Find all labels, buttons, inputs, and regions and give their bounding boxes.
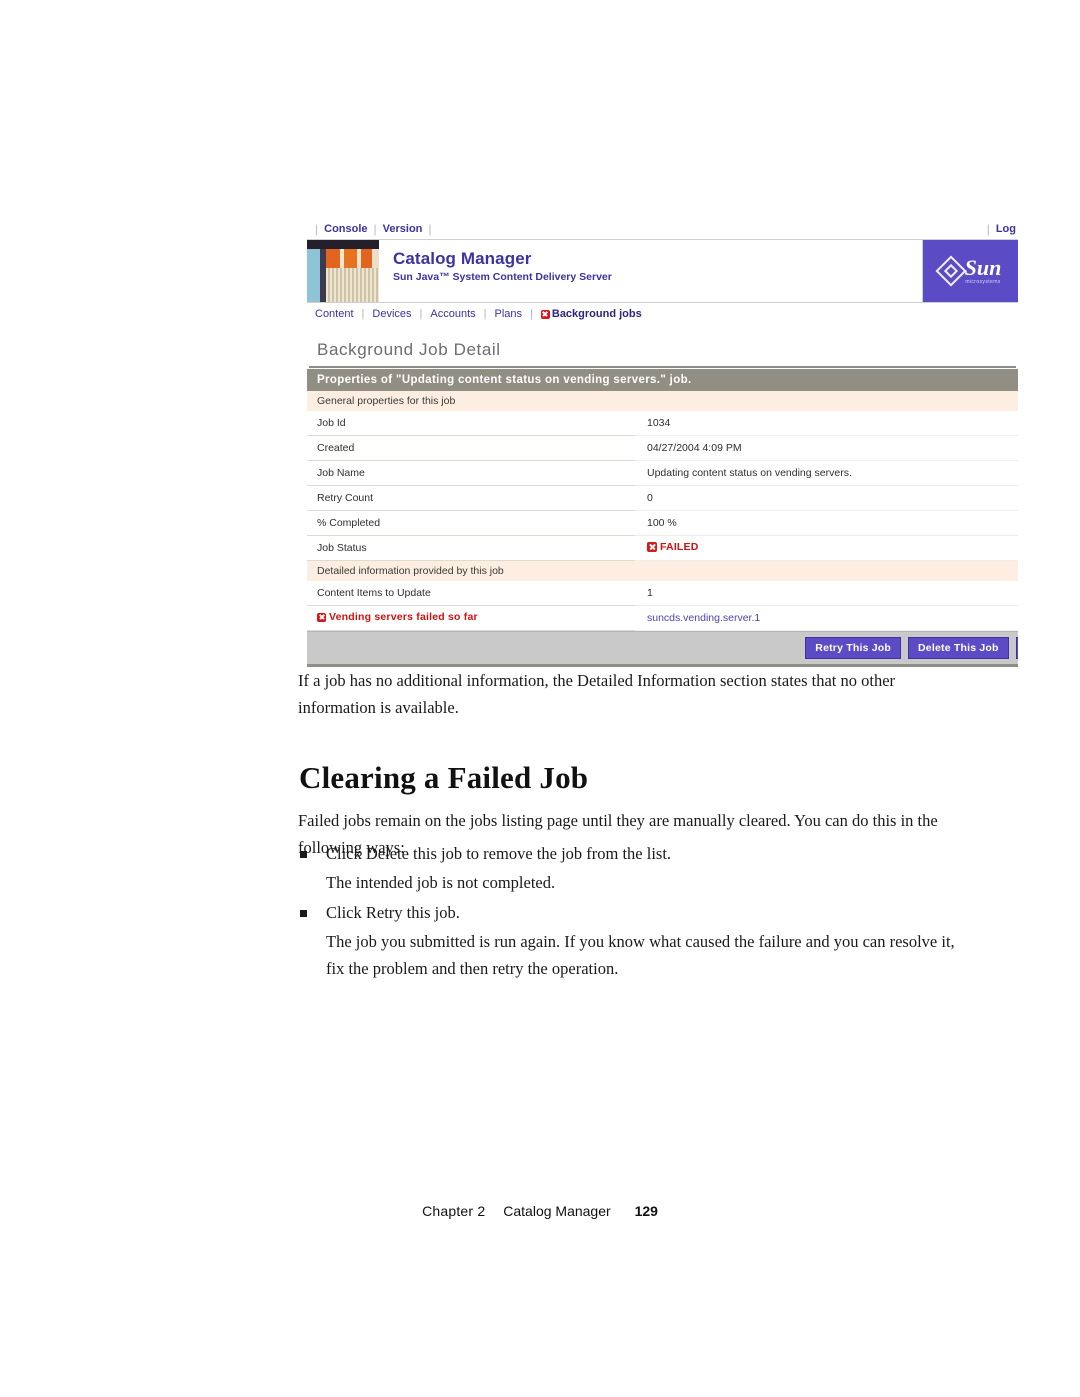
brand-titles: Catalog Manager Sun Java™ System Content…: [379, 240, 923, 302]
app-subtitle: Sun Java™ System Content Delivery Server: [393, 271, 612, 283]
error-icon: [647, 542, 657, 552]
utility-link-log[interactable]: Log: [996, 223, 1016, 235]
delete-this-job-button[interactable]: Delete This Job: [908, 637, 1009, 659]
product-photo-logo: [307, 240, 379, 302]
row-label: Created: [307, 435, 635, 461]
nav-item-accounts[interactable]: Accounts: [430, 308, 475, 320]
row-value: 1: [635, 581, 1018, 606]
row-value: 04/27/2004 4:09 PM: [635, 435, 1018, 461]
nav-divider-icon: |: [530, 308, 533, 320]
utility-link-console[interactable]: Console: [324, 223, 367, 235]
page-footer: Chapter 2 Catalog Manager 129: [0, 1203, 1080, 1219]
nav-divider-icon: |: [483, 308, 487, 320]
sun-logo-mark: Sun microsystems: [935, 254, 1002, 287]
square-bullet-icon: [300, 910, 307, 917]
section-heading: Clearing a Failed Job: [299, 759, 589, 795]
utility-divider-icon: |: [428, 222, 432, 236]
square-bullet-icon: [300, 851, 307, 858]
intro-paragraph: If a job has no additional information, …: [298, 670, 896, 717]
utility-link-version[interactable]: Version: [383, 223, 423, 235]
list-item: Click Delete this job to remove the job …: [298, 840, 970, 867]
list-item-text: Click Delete this job to remove the job …: [326, 844, 672, 863]
row-label: Job Status: [307, 535, 635, 561]
nav-divider-icon: |: [419, 308, 423, 320]
app-title: Catalog Manager: [393, 249, 532, 268]
table-row: Created 04/27/2004 4:09 PM: [307, 435, 1018, 461]
row-value: 0: [635, 485, 1018, 511]
book-page-edges: [326, 268, 379, 302]
table-row: Job Id 1034: [307, 411, 1018, 436]
sun-tagline: microsystems: [965, 278, 1001, 285]
error-icon: [317, 612, 326, 622]
row-value: FAILED: [635, 535, 1018, 561]
failed-label-wrap: Vending servers failed so far: [317, 611, 478, 623]
row-label: Job Id: [307, 411, 635, 436]
footer-chapter: Chapter 2: [422, 1203, 486, 1219]
table-row: % Completed 100 %: [307, 510, 1018, 536]
list-item-text: Click Retry this job.: [326, 903, 460, 922]
sun-diamond-icon: [935, 255, 967, 287]
utility-divider-icon: |: [373, 222, 377, 236]
table-row-vending-servers-failed: Vending servers failed so far suncds.ven…: [307, 605, 1018, 631]
table-group-header-general-label: General properties for this job: [307, 391, 1018, 411]
utility-divider-icon: |: [986, 222, 990, 236]
shelf-shadow: [307, 240, 379, 249]
table-row-job-status: Job Status FAILED: [307, 535, 1018, 561]
row-value: suncds.vending.server.1: [635, 605, 1018, 631]
embedded-app-screenshot: | Console | Version | | Log Catalog Mana…: [307, 219, 1018, 667]
brand-band: Catalog Manager Sun Java™ System Content…: [307, 239, 1018, 302]
retry-this-job-button[interactable]: Retry This Job: [805, 637, 902, 659]
footer-manual-title: Catalog Manager: [503, 1203, 611, 1219]
row-value: Updating content status on vending serve…: [635, 460, 1018, 486]
error-icon: [540, 309, 550, 319]
sun-wordmark: Sun: [964, 254, 1002, 280]
job-properties-table: Properties of "Updating content status o…: [307, 369, 1018, 631]
page-title: Background Job Detail: [309, 331, 1016, 368]
ok-button-cropped[interactable]: O: [1015, 637, 1018, 659]
nav-item-plans[interactable]: Plans: [494, 308, 522, 320]
table-group-header-general: General properties for this job: [307, 391, 1018, 411]
row-label: % Completed: [307, 510, 635, 536]
row-label-failed: Vending servers failed so far: [307, 605, 635, 631]
nav-item-content[interactable]: Content: [315, 308, 354, 320]
row-label: Job Name: [307, 460, 635, 486]
nav-item-background-jobs[interactable]: Background jobs: [540, 308, 642, 320]
utility-divider-icon: |: [315, 222, 319, 236]
row-label-failed-text: Vending servers failed so far: [329, 611, 478, 624]
primary-nav: Content | Devices | Accounts | Plans | B…: [307, 302, 1018, 325]
row-label: Content Items to Update: [307, 581, 635, 606]
table-section-header: Properties of "Updating content status o…: [307, 369, 1018, 391]
sun-wordmark-wrap: Sun microsystems: [964, 254, 1002, 285]
nav-item-background-jobs-label: Background jobs: [551, 308, 642, 320]
list-item: Click Retry this job.: [298, 899, 970, 926]
table-row: Job Name Updating content status on vend…: [307, 460, 1018, 486]
table-row: Content Items to Update 1: [307, 581, 1018, 606]
utility-bar: | Console | Version | | Log: [307, 219, 1018, 239]
nav-item-devices[interactable]: Devices: [372, 308, 411, 320]
row-label: Retry Count: [307, 485, 635, 511]
clearing-methods-list: Click Delete this job to remove the job …: [298, 840, 970, 985]
table-group-header-detailed: Detailed information provided by this jo…: [307, 560, 1018, 581]
sun-logo: Sun microsystems: [923, 240, 1018, 302]
vending-server-link[interactable]: suncds.vending.server.1: [647, 612, 760, 624]
row-value: 1034: [635, 411, 1018, 436]
footer-page-number: 129: [634, 1203, 658, 1219]
row-value: 100 %: [635, 510, 1018, 536]
nav-divider-icon: |: [361, 308, 365, 320]
status-badge-label: FAILED: [660, 541, 699, 553]
table-group-header-detailed-label: Detailed information provided by this jo…: [307, 560, 1018, 581]
list-item-followup: The job you submitted is run again. If y…: [326, 932, 955, 978]
table-section-header-label: Properties of "Updating content status o…: [307, 369, 1018, 391]
action-button-bar: Retry This Job Delete This Job O: [307, 631, 1018, 664]
list-item-followup: The intended job is not completed.: [326, 873, 556, 892]
table-row: Retry Count 0: [307, 485, 1018, 511]
book-spine: [307, 240, 320, 302]
status-badge: FAILED: [647, 541, 699, 553]
